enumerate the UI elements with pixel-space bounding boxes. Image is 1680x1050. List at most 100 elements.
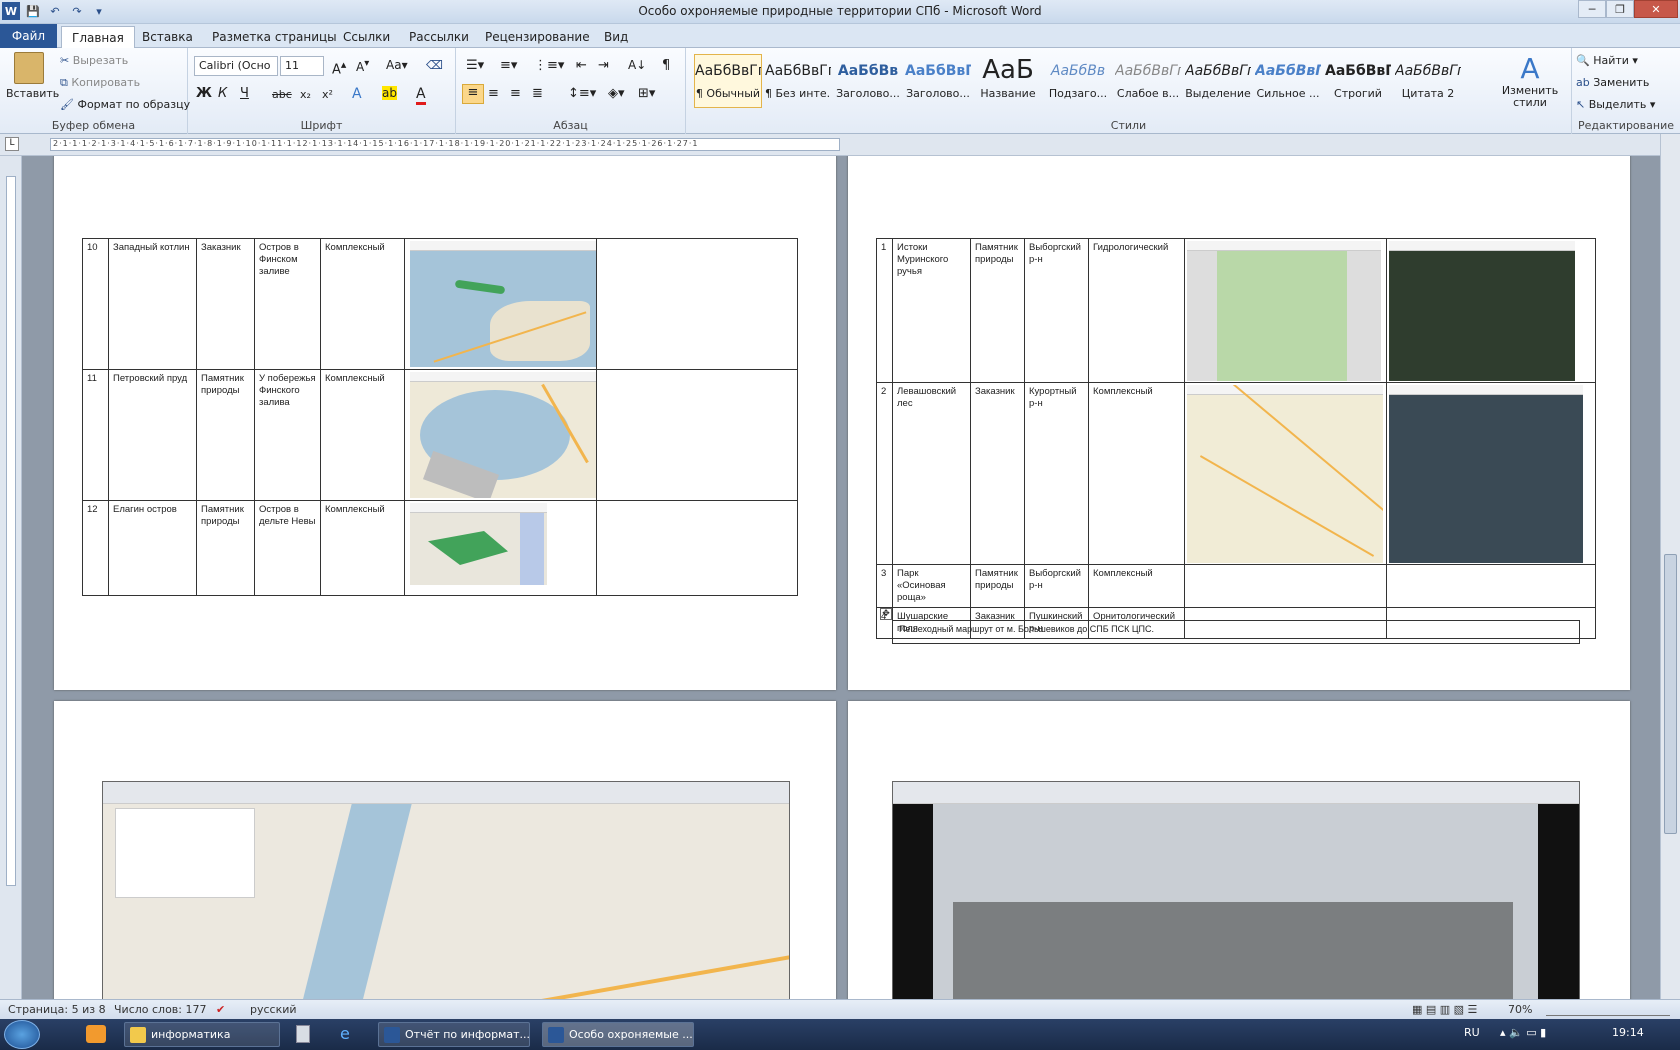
shading-icon[interactable]: ◈▾ [608, 86, 625, 101]
zoom-slider[interactable] [1546, 1004, 1670, 1016]
line-spacing-icon[interactable]: ↕≡▾ [568, 86, 596, 101]
cell-map[interactable] [404, 238, 597, 370]
cell-location[interactable]: У побережья Финского залива [254, 369, 321, 501]
sort-icon[interactable]: A↓ [628, 58, 646, 72]
multilevel-list-icon[interactable]: ⋮≡▾ [534, 58, 564, 73]
cell-num[interactable]: 1 [876, 238, 893, 383]
view-buttons[interactable]: ▦ ▤ ▥ ▧ ☰ [1412, 1003, 1477, 1016]
tab-references[interactable]: Ссылки [333, 26, 400, 48]
cell-map[interactable] [404, 369, 597, 501]
cell-satellite[interactable] [1386, 238, 1596, 383]
style-heading-1[interactable]: АаБбВв Заголово... [834, 54, 902, 108]
style-intense-emphasis[interactable]: АаБбВвГгСильное ... [1254, 54, 1322, 108]
word-count[interactable]: Число слов: 177 [114, 1003, 207, 1016]
replace-button[interactable]: ab Заменить [1576, 76, 1649, 89]
text-effects-icon[interactable]: A [352, 86, 362, 102]
taskbar-item-active-doc[interactable]: Особо охроняемые ... [542, 1022, 694, 1047]
minimize-button[interactable]: ─ [1578, 0, 1606, 18]
justify-icon[interactable]: ≣ [532, 86, 543, 101]
tab-file[interactable]: Файл [0, 24, 57, 48]
cell-name[interactable]: Елагин остров [108, 500, 197, 596]
change-styles-button[interactable]: A Изменить стили [1492, 52, 1568, 109]
clear-formatting-icon[interactable]: ⌫ [426, 58, 443, 72]
cell-name[interactable]: Парк «Осиновая роща» [892, 564, 971, 608]
notepad-icon[interactable] [296, 1025, 310, 1043]
grow-font-icon[interactable]: A▴ [332, 58, 346, 77]
ie-icon[interactable]: e [340, 1024, 350, 1043]
style-subtle-emphasis[interactable]: АаБбВвГг Слабое в... [1114, 54, 1182, 108]
tab-insert[interactable]: Вставка [132, 26, 203, 48]
style-emphasis[interactable]: АаБбВвГг Выделение [1184, 54, 1252, 108]
tab-view[interactable]: Вид [594, 26, 638, 48]
style-subtitle[interactable]: АаБбВв Подзаго... [1044, 54, 1112, 108]
cell-num[interactable]: 12 [82, 500, 109, 596]
vertical-scrollbar[interactable] [1660, 134, 1680, 999]
style-normal[interactable]: АаБбВвГг,¶ Обычный [694, 54, 762, 108]
cell-location[interactable]: Остров в дельте Невы [254, 500, 321, 596]
cell-num[interactable]: 11 [82, 369, 109, 501]
cell-empty[interactable] [596, 238, 798, 370]
underline-icon[interactable]: Ч [240, 86, 249, 101]
tab-page-layout[interactable]: Разметка страницы [202, 26, 347, 48]
highlight-icon[interactable]: ab [382, 86, 397, 100]
tab-home[interactable]: Главная [61, 26, 135, 48]
cell-profile[interactable]: Гидрологический [1088, 238, 1185, 383]
style-quote-2[interactable]: АаБбВвГг Цитата 2 [1394, 54, 1462, 108]
cell-name[interactable]: Западный котлин [108, 238, 197, 370]
style-title[interactable]: АаБ Название [974, 54, 1042, 108]
align-left-icon[interactable]: ≡ [462, 84, 484, 104]
cell-num[interactable]: 3 [876, 564, 893, 608]
tab-mailings[interactable]: Рассылки [399, 26, 479, 48]
tab-review[interactable]: Рецензирование [475, 26, 600, 48]
paste-button[interactable]: Вставить [6, 52, 59, 100]
decrease-indent-icon[interactable]: ⇤ [576, 58, 587, 73]
cell-map[interactable] [1184, 382, 1387, 565]
cell-profile[interactable]: Комплексный [1088, 382, 1185, 565]
cut-button[interactable]: ✂ Вырезать [60, 54, 128, 67]
cell-profile[interactable]: Комплексный [320, 238, 405, 370]
cell-type[interactable]: Заказник [196, 238, 255, 370]
page-counter[interactable]: Страница: 5 из 8 [8, 1003, 106, 1016]
horizontal-ruler[interactable]: L 2·1·1·1·2·1·3·1·4·1·5·1·6·1·7·1·8·1·9·… [0, 134, 1680, 156]
taskbar-item-informatika[interactable]: информатика [124, 1022, 280, 1047]
cell-type[interactable]: Заказник [970, 382, 1025, 565]
change-case-icon[interactable]: Aa▾ [386, 58, 408, 72]
zoom-level[interactable]: 70% [1508, 1003, 1532, 1016]
cell-map[interactable] [1184, 564, 1387, 608]
align-center-icon[interactable]: ≡ [488, 86, 499, 101]
superscript-icon[interactable]: x² [322, 88, 333, 101]
restore-button[interactable]: ❐ [1606, 0, 1634, 18]
clock[interactable]: 19:14 [1612, 1026, 1644, 1039]
copy-button[interactable]: ⧉ Копировать [60, 76, 140, 90]
bullets-icon[interactable]: ☰▾ [466, 58, 484, 73]
scrollbar-thumb[interactable] [1664, 554, 1677, 834]
subscript-icon[interactable]: x₂ [300, 88, 311, 101]
strikethrough-icon[interactable]: abc [272, 88, 292, 101]
style-no-spacing[interactable]: АаБбВвГг,¶ Без инте... [764, 54, 832, 108]
cell-type[interactable]: Памятник природы [970, 238, 1025, 383]
cell-empty[interactable] [596, 500, 798, 596]
font-name-select[interactable]: Calibri (Осно [194, 56, 278, 76]
cell-type[interactable]: Памятник природы [970, 564, 1025, 608]
bold-icon[interactable]: Ж [196, 86, 212, 101]
cell-map[interactable] [404, 500, 597, 596]
cell-location[interactable]: Выборгский р-н [1024, 238, 1089, 383]
input-language[interactable]: RU [1464, 1026, 1480, 1039]
cell-name[interactable]: Петровский пруд [108, 369, 197, 501]
shrink-font-icon[interactable]: A▾ [356, 58, 369, 74]
find-button[interactable]: 🔍 Найти ▾ [1576, 54, 1638, 67]
cell-num[interactable]: 10 [82, 238, 109, 370]
borders-icon[interactable]: ⊞▾ [638, 86, 655, 101]
proofing-icon[interactable]: ✔ [216, 1003, 225, 1016]
font-size-select[interactable]: 11 [280, 56, 324, 76]
align-right-icon[interactable]: ≡ [510, 86, 521, 101]
format-painter-button[interactable]: 🖌 Формат по образцу [60, 98, 190, 111]
cell-location[interactable]: Выборгский р-н [1024, 564, 1089, 608]
cell-type[interactable]: Памятник природы [196, 369, 255, 501]
cell-profile[interactable]: Комплексный [320, 500, 405, 596]
numbering-icon[interactable]: ≡▾ [500, 58, 517, 73]
cell-location[interactable]: Остров в Финском заливе [254, 238, 321, 370]
italic-icon[interactable]: К [218, 86, 227, 101]
cell-num[interactable]: 2 [876, 382, 893, 565]
cell-type[interactable]: Памятник природы [196, 500, 255, 596]
